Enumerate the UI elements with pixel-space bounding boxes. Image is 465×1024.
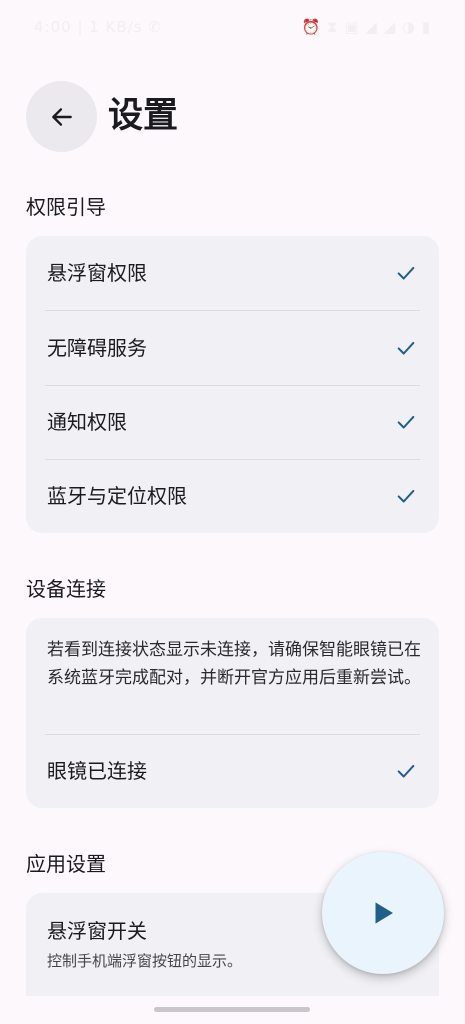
arrow-left-icon	[51, 107, 72, 126]
home-indicator[interactable]	[154, 1007, 310, 1012]
status-icons: ⏰ ⧗ ▣ ◢ ◢ ◑ ▮	[301, 18, 431, 36]
back-button[interactable]	[26, 81, 97, 152]
toggle-description: 控制手机端浮窗按钮的显示。	[47, 952, 243, 970]
section-title-device: 设备连接	[26, 577, 106, 601]
connection-status-label: 眼镜已连接	[47, 759, 147, 783]
page-title: 设置	[108, 96, 179, 136]
connection-hint-text: 若看到连接状态显示未连接，请确保智能眼镜已在系统蓝牙完成配对，并断开官方应用后重…	[47, 640, 421, 688]
permission-label: 无障碍服务	[47, 336, 147, 360]
section-title-permissions: 权限引导	[26, 195, 106, 219]
device-card: 若看到连接状态显示未连接，请确保智能眼镜已在系统蓝牙完成配对，并断开官方应用后重…	[26, 618, 439, 808]
check-icon	[397, 489, 415, 503]
play-fab[interactable]	[322, 852, 444, 974]
section-title-app: 应用设置	[26, 852, 106, 876]
permission-item-overlay[interactable]: 悬浮窗权限	[26, 236, 439, 310]
permissions-card: 悬浮窗权限 无障碍服务 通知权限 蓝牙与定位权限	[26, 236, 439, 533]
permission-item-accessibility[interactable]: 无障碍服务	[26, 311, 439, 385]
toggle-label: 悬浮窗开关	[47, 919, 147, 943]
check-icon	[397, 266, 415, 280]
permission-item-notification[interactable]: 通知权限	[26, 386, 439, 459]
permission-label: 蓝牙与定位权限	[47, 484, 187, 508]
permission-label: 通知权限	[47, 410, 127, 434]
status-bar: 4:00 | 1 KB/s ✆ ⏰ ⧗ ▣ ◢ ◢ ◑ ▮	[0, 0, 465, 56]
glasses-connection-status[interactable]: 眼镜已连接	[26, 735, 439, 808]
check-icon	[397, 341, 415, 355]
check-icon	[397, 764, 415, 778]
play-icon	[375, 902, 393, 924]
status-time: 4:00 | 1 KB/s ✆	[34, 18, 162, 36]
check-icon	[397, 415, 415, 429]
permission-label: 悬浮窗权限	[47, 261, 147, 285]
permission-item-bluetooth-location[interactable]: 蓝牙与定位权限	[26, 460, 439, 533]
